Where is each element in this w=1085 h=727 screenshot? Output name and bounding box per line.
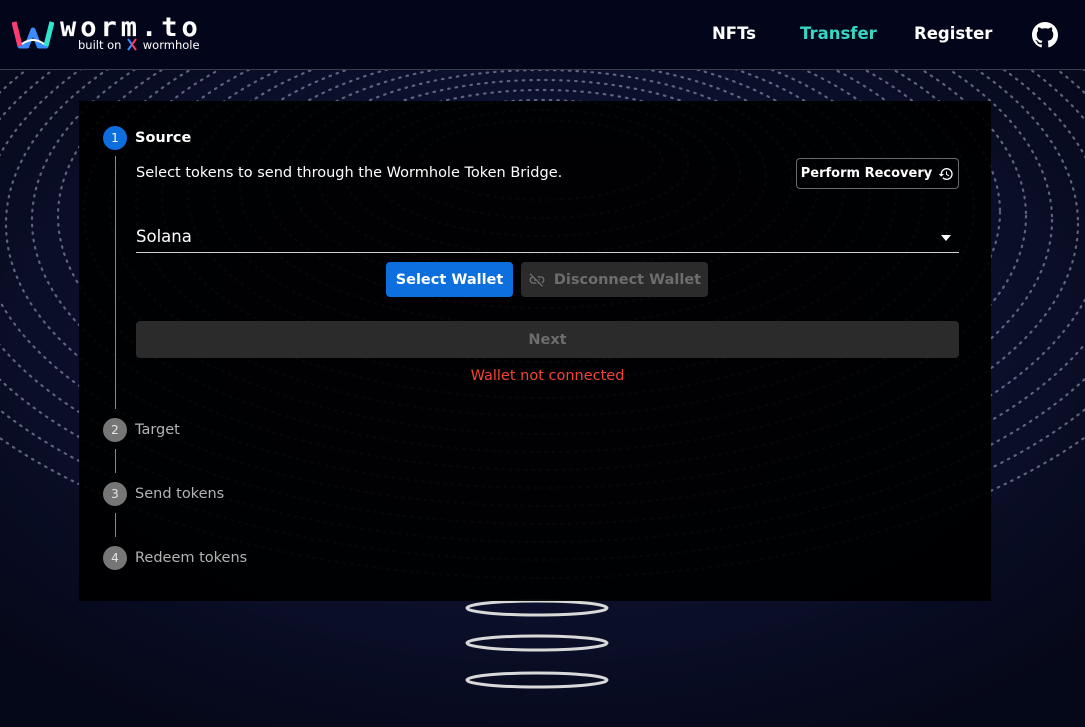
- top-navbar: worm.to built on wormhole NFTs Transfer …: [0, 0, 1085, 70]
- app-root: worm.to built on wormhole NFTs Transfer …: [0, 0, 1085, 727]
- step-2-connector: [115, 449, 116, 473]
- wallet-error-message: Wallet not connected: [470, 368, 625, 384]
- nav-link-nfts[interactable]: NFTs: [712, 23, 756, 45]
- step-1-label: Source: [135, 130, 192, 146]
- source-chain-select[interactable]: Solana: [136, 223, 959, 253]
- nav-link-transfer[interactable]: Transfer: [800, 23, 877, 45]
- logo-subtitle: built on wormhole: [78, 38, 200, 52]
- next-button[interactable]: Next: [136, 321, 959, 358]
- perform-recovery-button[interactable]: Perform Recovery: [796, 158, 959, 189]
- step-2-indicator: 2: [103, 418, 127, 442]
- step-1-connector: [115, 156, 116, 409]
- disconnect-wallet-button[interactable]: Disconnect Wallet: [521, 262, 708, 297]
- logo-subtitle-prefix: built on: [78, 38, 122, 52]
- step-3-connector: [115, 513, 116, 537]
- caret-down-icon: [941, 235, 951, 241]
- select-wallet-button[interactable]: Select Wallet: [386, 262, 513, 297]
- perform-recovery-label: Perform Recovery: [800, 166, 933, 181]
- step-4-label: Redeem tokens: [135, 550, 248, 566]
- logo-mark-icon: [12, 21, 54, 49]
- step-2-number: 2: [111, 423, 119, 437]
- wormhole-logo-icon: [127, 38, 137, 51]
- step-2-label: Target: [135, 422, 180, 438]
- step-1-number: 1: [111, 131, 119, 145]
- step-4-indicator: 4: [103, 546, 127, 570]
- step-3-number: 3: [111, 487, 119, 501]
- disconnect-wallet-label: Disconnect Wallet: [553, 271, 702, 288]
- source-chain-value: Solana: [136, 227, 192, 246]
- nav-link-register[interactable]: Register: [914, 23, 992, 45]
- logo-subtitle-brand: wormhole: [142, 38, 200, 52]
- source-description: Select tokens to send through the Wormho…: [136, 165, 563, 181]
- link-off-icon: [529, 272, 545, 287]
- history-icon: [938, 167, 953, 180]
- transfer-panel: 1 Source Select tokens to send through t…: [79, 101, 991, 601]
- step-3-indicator: 3: [103, 482, 127, 506]
- step-4-number: 4: [111, 551, 119, 565]
- github-icon[interactable]: [1032, 22, 1058, 48]
- app-logo[interactable]: worm.to built on wormhole: [12, 10, 222, 60]
- step-1-indicator: 1: [103, 126, 127, 150]
- step-3-label: Send tokens: [135, 486, 225, 502]
